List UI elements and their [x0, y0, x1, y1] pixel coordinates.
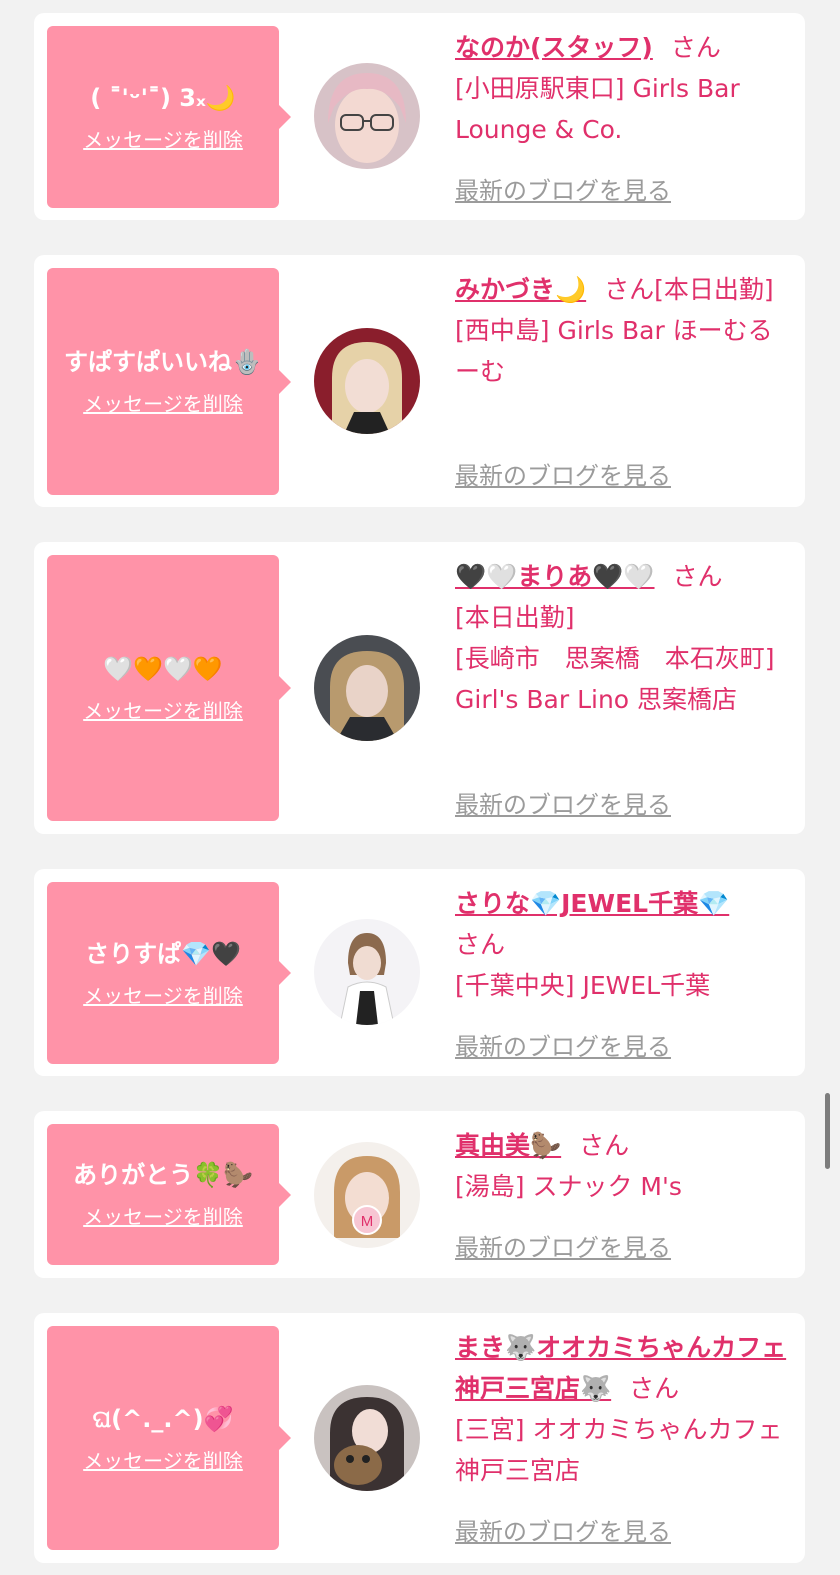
shop-name: [湯島] スナック M's	[455, 1172, 682, 1201]
shop-name: [三宮] オオカミちゃんカフェ神戸三宮店	[455, 1415, 783, 1485]
shop-name: [長崎市 思案橋 本石灰町] Girl's Bar Lino 思案橋店	[455, 644, 775, 714]
message-text: さりすぱ💎🖤	[85, 939, 241, 968]
shop-name: [千葉中央] JEWEL千葉	[455, 971, 711, 1000]
sender-info: 真由美🦫 さん [湯島] スナック M's	[455, 1125, 797, 1207]
message-card: ( ˭'ᵕ'˭) 3ₓ🌙 メッセージを削除 なのか(スタッフ) さん [小田原駅東…	[34, 13, 805, 220]
sender-info: さりな💎JEWEL千葉💎 さん [千葉中央] JEWEL千葉	[455, 883, 797, 1006]
message-text: すぱすぱいいね🪬	[64, 348, 262, 376]
message-bubble: さりすぱ💎🖤 メッセージを削除	[47, 882, 291, 1064]
message-text: 🤍🧡🤍🧡	[103, 654, 223, 683]
latest-blog-link[interactable]: 最新のブログを見る	[455, 171, 671, 206]
shop-name: [西中島] Girls Bar ほーむるーむ	[455, 316, 773, 386]
shop-name: [小田原駅東口] Girls Bar Lounge & Co.	[455, 74, 740, 144]
latest-blog-link[interactable]: 最新のブログを見る	[455, 785, 671, 820]
sender-info: みかづき🌙 さん[本日出勤] [西中島] Girls Bar ほーむるーむ	[455, 269, 797, 392]
sender-name-link[interactable]: 🖤🤍まりあ🖤🤍	[455, 562, 655, 591]
delete-message-link[interactable]: メッセージを削除	[83, 124, 243, 153]
delete-message-link[interactable]: メッセージを削除	[83, 1201, 243, 1230]
san-honorific: さん	[670, 33, 721, 62]
avatar[interactable]: M	[314, 1142, 420, 1248]
sender-name-link[interactable]: まき🐺オオカミちゃんカフェ神戸三宮店🐺	[455, 1333, 786, 1403]
message-bubble: 🤍🧡🤍🧡 メッセージを削除	[47, 555, 291, 821]
attendance-status: [本日出勤]	[455, 603, 575, 632]
san-honorific: さん	[455, 930, 506, 959]
attendance-status: [本日出勤]	[654, 275, 774, 304]
avatar-image	[314, 63, 420, 169]
message-text: ଘ(^._.^)💞	[92, 1404, 234, 1433]
sender-info: 🖤🤍まりあ🖤🤍 さん [本日出勤] [長崎市 思案橋 本石灰町] Girl's B…	[455, 556, 797, 720]
avatar[interactable]	[314, 328, 420, 434]
avatar-image	[314, 635, 420, 741]
message-card: さりすぱ💎🖤 メッセージを削除 さりな💎JEWEL千葉💎 さん [千葉中央] J…	[34, 869, 805, 1076]
latest-blog-link[interactable]: 最新のブログを見る	[455, 1228, 671, 1263]
san-honorific: さん	[672, 562, 723, 591]
avatar-image	[314, 919, 420, 1025]
avatar[interactable]	[314, 1385, 420, 1491]
avatar[interactable]	[314, 635, 420, 741]
sender-name-link[interactable]: 真由美🦫	[455, 1131, 561, 1160]
message-bubble: ( ˭'ᵕ'˭) 3ₓ🌙 メッセージを削除	[47, 26, 291, 208]
latest-blog-link[interactable]: 最新のブログを見る	[455, 1512, 671, 1547]
message-text: ( ˭'ᵕ'˭) 3ₓ🌙	[90, 83, 236, 112]
sender-name-link[interactable]: さりな💎JEWEL千葉💎	[455, 889, 729, 918]
avatar[interactable]	[314, 63, 420, 169]
svg-text:M: M	[361, 1213, 374, 1230]
message-bubble: すぱすぱいいね🪬 メッセージを削除	[47, 268, 291, 495]
avatar[interactable]	[314, 919, 420, 1025]
sender-name-link[interactable]: みかづき🌙	[455, 275, 586, 304]
san-honorific: さん	[604, 275, 655, 304]
san-honorific: さん	[629, 1374, 680, 1403]
message-text: ありがとう🍀🦫	[73, 1161, 253, 1189]
delete-message-link[interactable]: メッセージを削除	[83, 1445, 243, 1474]
message-bubble: ありがとう🍀🦫 メッセージを削除	[47, 1124, 291, 1265]
avatar-image	[314, 1385, 420, 1491]
scrollbar-thumb[interactable]	[825, 1093, 830, 1169]
delete-message-link[interactable]: メッセージを削除	[83, 695, 243, 724]
latest-blog-link[interactable]: 最新のブログを見る	[455, 456, 671, 491]
message-card: ଘ(^._.^)💞 メッセージを削除 まき🐺オオカミちゃんカフェ神戸三宮店🐺 さん…	[34, 1313, 805, 1563]
san-honorific: さん	[579, 1131, 630, 1160]
latest-blog-link[interactable]: 最新のブログを見る	[455, 1027, 671, 1062]
avatar-image: M	[314, 1142, 420, 1248]
message-card: すぱすぱいいね🪬 メッセージを削除 みかづき🌙 さん[本日出勤] [西中島] Gi…	[34, 255, 805, 507]
avatar-image	[314, 328, 420, 434]
sender-name-link[interactable]: なのか(スタッフ)	[455, 33, 653, 62]
sender-info: なのか(スタッフ) さん [小田原駅東口] Girls Bar Lounge & …	[455, 27, 797, 150]
message-card: ありがとう🍀🦫 メッセージを削除 M 真由美🦫 さん [湯島] スナック M's …	[34, 1111, 805, 1278]
sender-info: まき🐺オオカミちゃんカフェ神戸三宮店🐺 さん [三宮] オオカミちゃんカフェ神戸三…	[455, 1327, 797, 1491]
delete-message-link[interactable]: メッセージを削除	[83, 980, 243, 1009]
delete-message-link[interactable]: メッセージを削除	[83, 388, 243, 417]
message-card: 🤍🧡🤍🧡 メッセージを削除 🖤🤍まりあ🖤🤍 さん [本日出勤] [長崎市 思案橋 …	[34, 542, 805, 834]
message-bubble: ଘ(^._.^)💞 メッセージを削除	[47, 1326, 291, 1550]
